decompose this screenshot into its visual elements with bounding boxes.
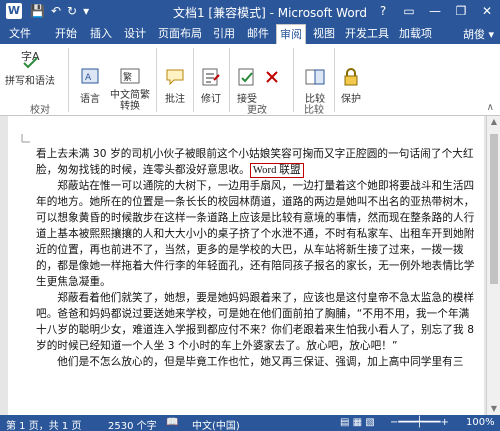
ribbon-separator (229, 48, 230, 112)
proofing-status-icon[interactable]: 📖 (166, 417, 178, 428)
zoom-level[interactable]: 100% (466, 417, 495, 428)
customize-icon[interactable]: ▾ (83, 4, 89, 18)
language-icon: A (81, 68, 99, 84)
close-icon[interactable]: ✕ (474, 0, 500, 22)
ribbon-separator (293, 48, 294, 112)
tab-page-layout[interactable]: 页面布局 (155, 24, 205, 44)
paragraph: 郑蔽看着他们就笑了，她想，要是她妈妈跟着来了，应该也是这付皇帝不急太监急的模样吧… (36, 292, 475, 352)
redo-icon[interactable]: ↻ (67, 4, 77, 18)
tab-review[interactable]: 审阅 (276, 24, 306, 44)
accept-icon (238, 68, 254, 86)
accept-button[interactable]: 接受 (232, 66, 262, 105)
vertical-scrollbar[interactable]: ▲ ▼ (486, 116, 500, 415)
spelling-grammar-button[interactable]: 字A 拼写和语法 (4, 48, 56, 87)
compare-button[interactable]: 比较 (300, 66, 330, 105)
ribbon-separator (156, 48, 157, 112)
ribbon-tabs: 文件 开始 插入 设计 页面布局 引用 邮件 审阅 视图 开发工具 加载项 胡俊… (0, 22, 500, 44)
restore-icon[interactable]: ❐ (448, 0, 474, 22)
tab-references[interactable]: 引用 (210, 24, 238, 44)
scroll-up-icon[interactable]: ▲ (487, 116, 500, 128)
reject-icon (266, 71, 278, 83)
svg-text:繁: 繁 (123, 71, 132, 83)
tab-home[interactable]: 开始 (52, 24, 80, 44)
tab-design[interactable]: 设计 (121, 24, 149, 44)
protect-button[interactable]: 保护 (336, 66, 366, 105)
zoom-slider[interactable]: −━━━┿━━━+ (390, 417, 449, 428)
spelling-abc-icon: 字A (21, 49, 40, 69)
document-page[interactable]: 看上去未满 30 岁的司机小伙子被眼前这个小姑娘笑容可掬而又字正腔圆的一句话闹了… (8, 116, 484, 415)
quick-access-toolbar: 💾 ↶ ↻ ▾ (30, 2, 89, 20)
group-label-proofing: 校对 (30, 105, 50, 116)
collapse-ribbon-icon[interactable]: ∧ (487, 102, 494, 113)
tab-insert[interactable]: 插入 (87, 24, 115, 44)
chinese-conversion-button[interactable]: 繁 中文简繁转换 (106, 66, 154, 112)
view-buttons[interactable]: ▤ ▦ ▧ (340, 417, 375, 428)
tab-file[interactable]: 文件 (6, 24, 34, 44)
ribbon-display-icon[interactable]: ▭ (396, 0, 422, 22)
ribbon-review: 字A 拼写和语法 校对 A 语言 繁 中文简繁转换 批注 修订 接受 更改 比较… (0, 44, 500, 116)
window-controls: ? ▭ — ❐ ✕ (370, 0, 500, 22)
margin-mark-icon (21, 134, 30, 143)
user-account[interactable]: 胡俊 ▾ (463, 26, 494, 42)
undo-icon[interactable]: ↶ (51, 4, 61, 18)
document-body[interactable]: 看上去未满 30 岁的司机小伙子被眼前这个小姑娘笑容可掬而又字正腔圆的一句话闹了… (36, 146, 476, 370)
svg-text:字A: 字A (21, 49, 40, 63)
tab-developer[interactable]: 开发工具 (342, 24, 392, 44)
paragraph: 他们是不怎么放心的，但是毕竟工作也忙，她又再三保证、强调，加上高中同学里有三 (57, 356, 464, 368)
comment-marker[interactable]: Word 联盟 (249, 163, 304, 178)
reject-button[interactable] (264, 66, 280, 90)
word-logo-icon: W (6, 3, 22, 19)
language-button[interactable]: A 语言 (76, 66, 104, 105)
page-indicator[interactable]: 第 1 页，共 1 页 (6, 417, 81, 431)
paragraph: 看上去未满 30 岁的司机小伙子被眼前这个小姑娘笑容可掬而又字正腔圆的一句话闹了… (36, 148, 474, 178)
track-changes-icon (202, 68, 220, 86)
conversion-icon: 繁 (120, 68, 140, 84)
comment-icon (166, 69, 184, 86)
group-label-changes: 更改 (247, 105, 267, 116)
word-count[interactable]: 2530 个字 (108, 417, 157, 431)
help-icon[interactable]: ? (370, 0, 396, 22)
title-bar: W 💾 ↶ ↻ ▾ 文档1 [兼容模式] - Microsoft Word ? … (0, 0, 500, 22)
document-area[interactable]: 看上去未满 30 岁的司机小伙子被眼前这个小姑娘笑容可掬而又字正腔圆的一句话闹了… (0, 116, 486, 415)
scrollbar-thumb[interactable] (490, 134, 498, 284)
tab-add-ins[interactable]: 加载项 (396, 24, 435, 44)
scroll-down-icon[interactable]: ▼ (487, 403, 500, 415)
ribbon-separator (334, 48, 335, 112)
tab-view[interactable]: 视图 (310, 24, 338, 44)
ribbon-separator (193, 48, 194, 112)
group-label-compare: 比较 (304, 105, 324, 116)
window-title: 文档1 [兼容模式] - Microsoft Word (172, 6, 368, 20)
status-bar: 第 1 页，共 1 页 2530 个字 📖 中文(中国) ▤ ▦ ▧ −━━━┿… (0, 415, 500, 431)
language-status[interactable]: 中文(中国) (192, 417, 240, 431)
track-changes-button[interactable]: 修订 (196, 66, 226, 105)
svg-text:A: A (85, 73, 92, 83)
save-icon[interactable]: 💾 (30, 4, 45, 18)
lock-icon (344, 68, 358, 86)
paragraph: 郑蔽站在惟一可以通院的大树下，一边用手扇风，一边打量着这个她即将要战斗和生活四年… (36, 180, 475, 288)
ribbon-separator (68, 48, 69, 112)
minimize-icon[interactable]: — (422, 0, 448, 22)
tab-mailings[interactable]: 邮件 (244, 24, 272, 44)
comment-button[interactable]: 批注 (160, 66, 190, 105)
compare-icon (305, 69, 325, 85)
